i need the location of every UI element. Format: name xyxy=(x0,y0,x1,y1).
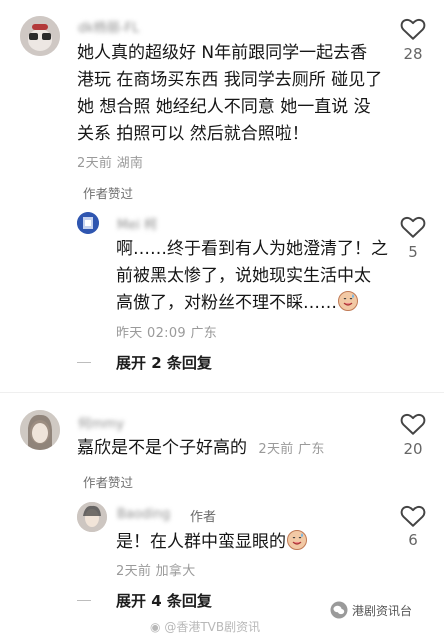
reply-avatar[interactable] xyxy=(77,502,107,532)
comment-text: 她人真的超级好 N年前跟同学一起去香 港玩 在商场买东西 我同学去厕所 碰见了 … xyxy=(77,43,383,144)
expand-replies-button[interactable]: 展开 4 条回复 xyxy=(116,590,212,611)
author-tag: 作者 xyxy=(190,510,217,525)
author-liked-badge: 作者赞过 xyxy=(83,475,134,490)
heart-icon[interactable] xyxy=(400,215,426,239)
comment-text: 嘉欣是不是个子好高的 2天前 广东 xyxy=(77,438,325,458)
like-count: 28 xyxy=(403,45,423,63)
reply-avatar[interactable] xyxy=(77,212,99,234)
reply-username[interactable]: Baoding xyxy=(117,507,170,522)
heart-icon[interactable] xyxy=(400,17,426,41)
reply-meta: 2天前 加拿大 xyxy=(116,564,196,579)
wechat-watermark: 港剧资讯台 xyxy=(330,601,412,619)
reply-text: 是！在人群中蛮显眼的 xyxy=(116,529,396,560)
like-count: 5 xyxy=(408,243,418,261)
avatar[interactable] xyxy=(20,16,60,56)
heart-icon[interactable] xyxy=(400,412,426,436)
reply-username[interactable]: Mei 柯 xyxy=(117,214,157,233)
sweat-smile-emoji-icon xyxy=(286,529,308,560)
expand-replies-button[interactable]: 展开 2 条回复 xyxy=(116,352,212,373)
username[interactable]: 何mmy xyxy=(78,413,124,432)
heart-icon[interactable] xyxy=(400,504,426,528)
username[interactable]: dk杨丽-FL xyxy=(78,17,139,36)
divider xyxy=(0,392,444,393)
author-liked-badge: 作者赞过 xyxy=(83,186,134,201)
reply-meta: 昨天 02:09 广东 xyxy=(116,326,218,341)
weibo-watermark: ◉ @香港TVB剧资讯 xyxy=(150,620,261,634)
wechat-icon xyxy=(330,601,348,619)
like-count: 6 xyxy=(408,531,418,549)
like-count: 20 xyxy=(403,440,423,458)
weibo-icon: ◉ xyxy=(150,620,161,634)
comment-meta: 2天前 湖南 xyxy=(77,156,144,171)
avatar[interactable] xyxy=(20,410,60,450)
reply-text: 啊……终于看到有人为她澄清了！之 前被黑太惨了，说她现实生活中太 高傲了，对粉丝… xyxy=(116,236,396,321)
sweat-smile-emoji-icon xyxy=(337,290,359,321)
